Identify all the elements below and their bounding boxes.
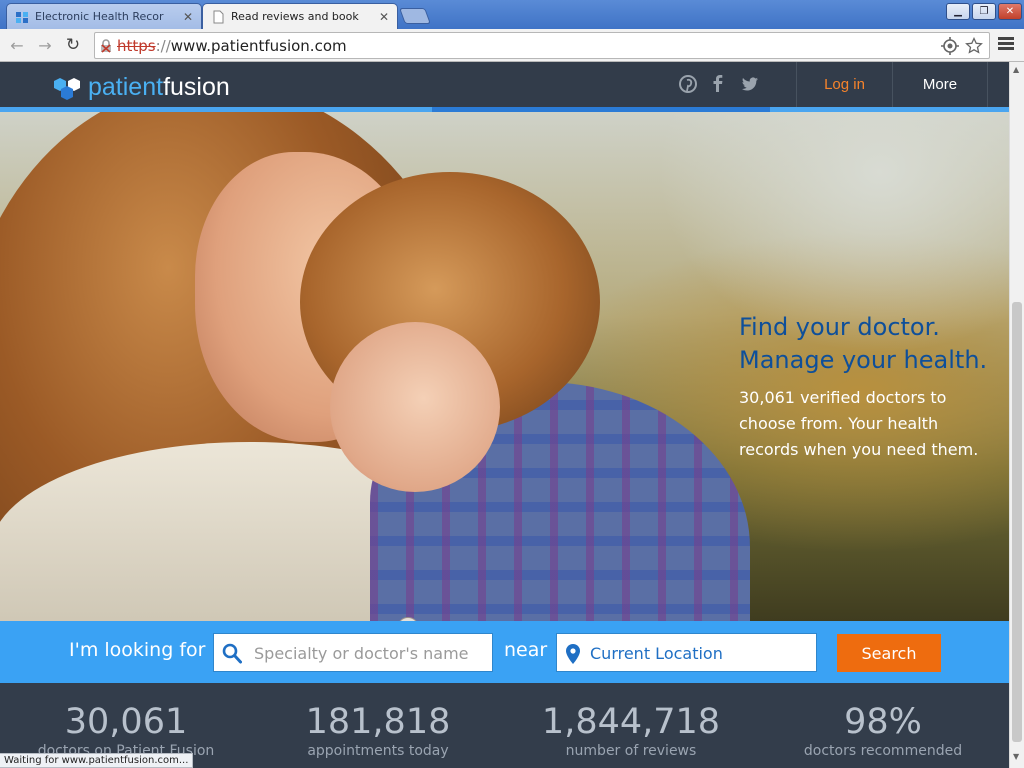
location-target-icon[interactable] xyxy=(941,37,959,55)
stat-reviews: 1,844,718 number of reviews xyxy=(511,701,751,759)
cube-logo-icon xyxy=(54,77,80,100)
browser-menu-icon[interactable] xyxy=(998,35,1014,55)
twitter-icon[interactable] xyxy=(740,74,760,94)
stat-recommended: 98% doctors recommended xyxy=(763,701,1003,759)
tab-close-icon[interactable]: ✕ xyxy=(183,10,193,24)
back-arrow-icon[interactable]: ← xyxy=(6,34,28,56)
logo-word-patient: patient xyxy=(88,73,164,101)
scroll-up-arrow-icon[interactable]: ▲ xyxy=(1013,65,1019,74)
stat-value: 1,844,718 xyxy=(541,702,721,742)
forward-arrow-icon[interactable]: → xyxy=(34,34,56,56)
site-header: patient fusion Log in More xyxy=(0,62,1009,112)
patient-fusion-logo[interactable]: patient fusion xyxy=(52,73,230,102)
browser-status-bubble: Waiting for www.patientfusion.com... xyxy=(0,753,194,768)
hero-body-line1: 30,061 verified doctors to xyxy=(739,388,947,407)
scrollbar-thumb[interactable] xyxy=(1012,302,1022,742)
page-icon xyxy=(213,10,224,23)
stat-label: appointments today xyxy=(307,743,449,759)
specialty-placeholder: Specialty or doctor's name xyxy=(254,644,469,663)
more-menu-link[interactable]: More xyxy=(892,62,988,107)
scroll-down-arrow-icon[interactable]: ▼ xyxy=(1013,752,1019,761)
stat-label: doctors recommended xyxy=(803,743,963,759)
search-icon xyxy=(222,643,242,664)
hero-body: 30,061 verified doctors to choose from. … xyxy=(739,385,1009,463)
stat-doctors: 30,061 doctors on Patient Fusion xyxy=(6,701,246,759)
browser-tab-patient-fusion[interactable]: Read reviews and book ✕ xyxy=(202,3,398,29)
browser-tab-ehr[interactable]: Electronic Health Recor ✕ xyxy=(6,3,202,29)
new-tab-button[interactable] xyxy=(399,8,431,24)
hero-banner: Find your doctor. Manage your health. 30… xyxy=(0,112,1009,621)
hero-copy: Find your doctor. Manage your health. 30… xyxy=(739,311,1009,463)
reload-icon[interactable]: ↻ xyxy=(62,34,84,56)
map-pin-icon xyxy=(566,644,580,664)
browser-tab-strip: Electronic Health Recor ✕ Read reviews a… xyxy=(0,0,1024,29)
near-label: near xyxy=(504,639,548,661)
login-link[interactable]: Log in xyxy=(796,62,892,107)
patient-fusion-favicon xyxy=(16,11,28,23)
specialty-search-input[interactable]: Specialty or doctor's name xyxy=(213,633,493,672)
tab-close-icon[interactable]: ✕ xyxy=(379,10,389,24)
doctor-search-bar: I'm looking for Specialty or doctor's na… xyxy=(0,621,1009,683)
hero-heading-line1: Find your doctor. xyxy=(739,313,940,341)
search-button[interactable]: Search xyxy=(837,634,941,672)
url-host: www.patientfusion.com xyxy=(170,37,347,55)
bookmark-star-icon[interactable] xyxy=(965,37,983,55)
url-separator: :// xyxy=(155,37,171,55)
hero-heading-line2: Manage your health. xyxy=(739,346,988,374)
window-close-icon[interactable]: ✕ xyxy=(998,3,1022,20)
tab-title: Electronic Health Recor xyxy=(35,10,164,23)
location-value: Current Location xyxy=(590,644,723,663)
hero-photo-child-face xyxy=(330,322,500,492)
stat-value: 30,061 xyxy=(64,702,188,742)
location-input[interactable]: Current Location xyxy=(556,633,817,672)
address-bar[interactable]: https://www.patientfusion.com xyxy=(94,32,990,59)
minimize-icon[interactable]: ▁ xyxy=(946,3,970,20)
stat-appointments: 181,818 appointments today xyxy=(258,701,498,759)
page-viewport: patient fusion Log in More Find your doct… xyxy=(0,62,1009,768)
tab-title: Read reviews and book xyxy=(231,10,359,23)
pinterest-icon[interactable] xyxy=(678,74,698,94)
url-text: https://www.patientfusion.com xyxy=(117,37,347,55)
stat-label: number of reviews xyxy=(565,743,697,759)
hero-body-line2: choose from. Your health xyxy=(739,414,939,433)
page-scrollbar[interactable]: ▲ ▼ xyxy=(1009,62,1024,768)
stat-value: 98% xyxy=(844,702,922,742)
hero-body-line3: records when you need them. xyxy=(739,440,979,459)
facebook-icon[interactable] xyxy=(708,74,728,94)
url-scheme: https xyxy=(117,37,156,55)
browser-toolbar: ← → ↻ https://www.patientfusion.com xyxy=(0,29,1024,62)
looking-for-label: I'm looking for xyxy=(69,639,206,661)
restore-icon[interactable]: ❐ xyxy=(972,3,996,20)
insecure-lock-icon xyxy=(101,39,111,53)
stat-value: 181,818 xyxy=(305,702,451,742)
logo-word-fusion: fusion xyxy=(163,73,230,101)
